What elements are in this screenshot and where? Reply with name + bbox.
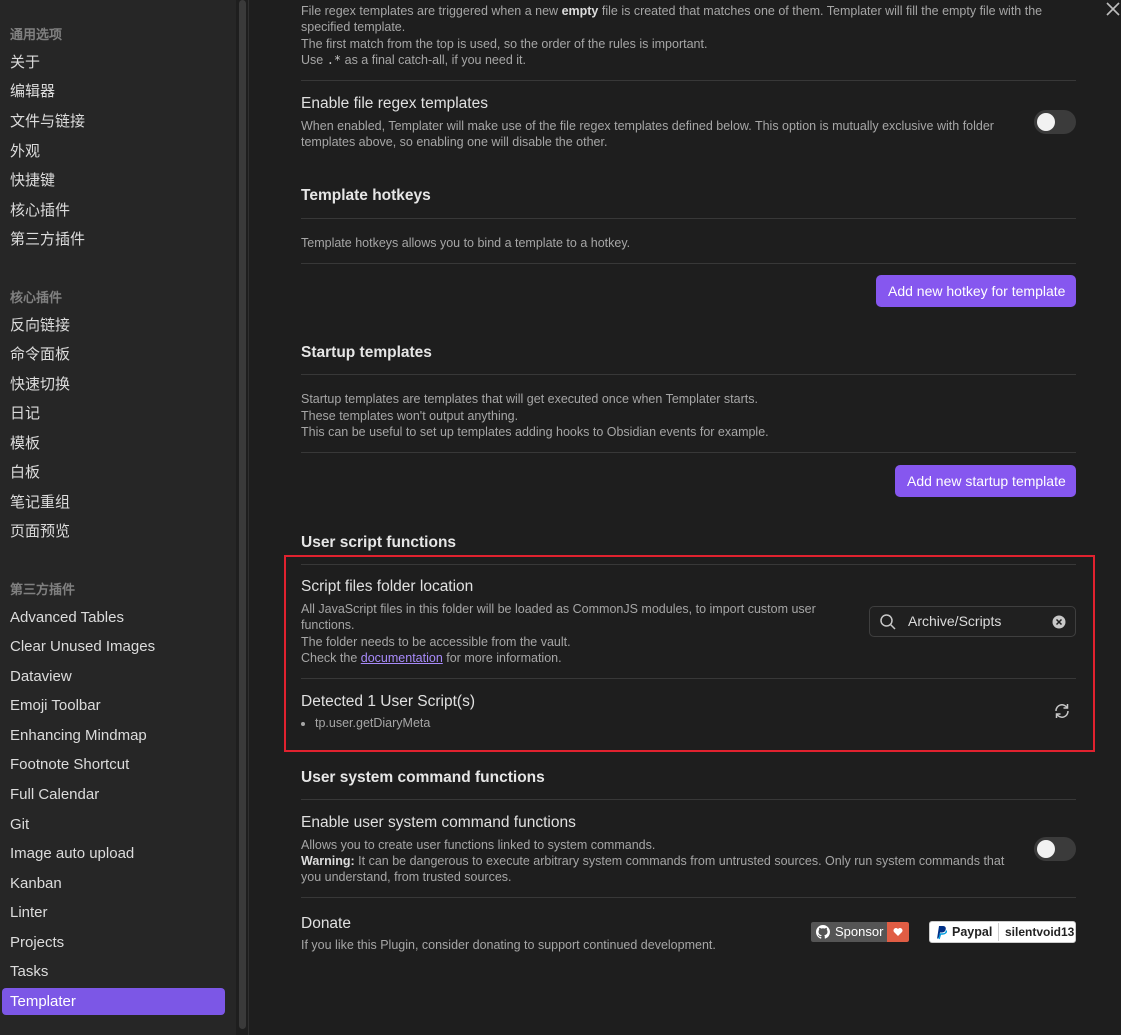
divider [301,678,1076,679]
startup-templates-desc1: Startup templates are templates that wil… [301,392,758,406]
toggle-knob [1037,113,1055,131]
sidebar-item-tasks[interactable]: Tasks [2,958,225,985]
donate-desc: If you like this Plugin, consider donati… [301,938,716,952]
startup-templates-desc3: This can be useful to set up templates a… [301,425,769,439]
github-icon [816,925,830,939]
sidebar-item-quick-switcher[interactable]: 快速切换 [2,371,225,398]
user-system-heading: User system command functions [301,769,545,786]
divider [301,564,1076,565]
sidebar-item-projects[interactable]: Projects [2,929,225,956]
sidebar-item-hotkeys[interactable]: 快捷键 [2,167,225,194]
sidebar-item-about[interactable]: 关于 [2,49,225,76]
clear-icon[interactable] [1052,615,1066,629]
sidebar-item-enhancing-mindmap[interactable]: Enhancing Mindmap [2,722,225,749]
sidebar-item-editor[interactable]: 编辑器 [2,78,225,105]
sidebar-item-canvas[interactable]: 白板 [2,459,225,486]
sidebar-section-third-party: 第三方插件 [10,582,76,597]
sidebar-scrollbar[interactable] [239,0,246,1029]
sidebar-section-core: 核心插件 [10,290,63,305]
file-regex-setting-desc2: templates above, so enabling one will di… [301,135,608,149]
user-script-heading: User script functions [301,534,457,551]
add-hotkey-button[interactable]: Add new hotkey for template [876,275,1076,307]
file-regex-intro-line1: File regex templates are triggered when … [301,4,1043,18]
user-system-desc1: Allows you to create user functions link… [301,838,656,852]
sidebar-item-kanban[interactable]: Kanban [2,870,225,897]
template-hotkeys-desc: Template hotkeys allows you to bind a te… [301,236,631,250]
sidebar-item-note-composer[interactable]: 笔记重组 [2,489,225,516]
sidebar-item-full-calendar[interactable]: Full Calendar [2,781,225,808]
script-folder-desc1: All JavaScript files in this folder will… [301,602,816,616]
sidebar-item-templater[interactable]: Templater [2,988,225,1015]
toggle-knob [1037,840,1055,858]
divider [301,263,1076,264]
sidebar-item-footnote-shortcut[interactable]: Footnote Shortcut [2,751,225,778]
file-regex-toggle[interactable] [1034,110,1076,134]
template-hotkeys-heading: Template hotkeys [301,187,431,204]
sidebar-item-backlinks[interactable]: 反向链接 [2,312,225,339]
sponsor-label: Sponsor [835,924,884,939]
sidebar-item-daily-notes[interactable]: 日记 [2,400,225,427]
script-folder-search[interactable]: Archive/Scripts [869,606,1076,637]
close-icon[interactable] [1104,1,1121,19]
paypal-label: Paypal [952,925,993,939]
donate-name: Donate [301,915,351,932]
sidebar-item-command-palette[interactable]: 命令面板 [2,341,225,368]
detected-scripts-name: Detected 1 User Script(s) [301,693,475,710]
sidebar-item-image-auto-upload[interactable]: Image auto upload [2,840,225,867]
sidebar-section-general: 通用选项 [10,27,63,42]
file-regex-setting-desc1: When enabled, Templater will make use of… [301,119,994,133]
sidebar-item-core-plugins[interactable]: 核心插件 [2,197,225,224]
sidebar-item-files-links[interactable]: 文件与链接 [2,108,225,135]
divider [301,799,1076,800]
sidebar-item-advanced-tables[interactable]: Advanced Tables [2,604,225,631]
divider [301,218,1076,219]
user-system-desc2: Warning: It can be dangerous to execute … [301,854,1005,868]
startup-templates-desc2: These templates won't output anything. [301,409,519,423]
heart-icon [893,928,903,936]
documentation-link[interactable]: documentation [361,651,443,665]
divider [301,80,1076,81]
sponsor-left: Sponsor [811,922,887,942]
divider [301,374,1076,375]
divider [301,897,1076,898]
paypal-button[interactable]: Paypal silentvoid13 [929,921,1076,943]
add-startup-template-button[interactable]: Add new startup template [895,465,1076,497]
refresh-icon[interactable] [1053,702,1071,720]
script-folder-desc2: functions. [301,618,355,632]
search-icon [880,614,896,630]
sidebar-item-clear-unused-images[interactable]: Clear Unused Images [2,633,225,660]
sidebar-item-page-preview[interactable]: 页面预览 [2,518,225,545]
file-regex-intro-line3: The first match from the top is used, so… [301,37,708,51]
sidebar-item-appearance[interactable]: 外观 [2,138,225,165]
sidebar-item-linter[interactable]: Linter [2,899,225,926]
paypal-username: silentvoid13 [1005,925,1075,939]
sidebar-item-community-plugins[interactable]: 第三方插件 [2,226,225,253]
script-folder-desc4: Check the documentation for more informa… [301,651,562,665]
script-folder-desc3: The folder needs to be accessible from t… [301,635,571,649]
sidebar-item-templates[interactable]: 模板 [2,430,225,457]
paypal-divider [998,923,999,941]
script-folder-setting-name: Script files folder location [301,578,474,595]
startup-templates-heading: Startup templates [301,344,432,361]
divider [301,452,1076,453]
user-system-setting-name: Enable user system command functions [301,814,576,831]
sidebar-item-dataview[interactable]: Dataview [2,663,225,690]
file-regex-setting-name: Enable file regex templates [301,95,488,112]
file-regex-intro-line4: Use .* as a final catch-all, if you need… [301,53,526,67]
sidebar-item-git[interactable]: Git [2,811,225,838]
script-folder-input[interactable]: Archive/Scripts [908,607,1001,636]
detected-script-item: tp.user.getDiaryMeta [301,715,430,731]
user-system-desc3: you understand, from trusted sources. [301,870,512,884]
paypal-icon [937,926,947,940]
user-system-toggle[interactable] [1034,837,1076,861]
file-regex-intro-line2: specified template. [301,20,406,34]
sponsor-heart [887,922,909,942]
sponsor-button[interactable]: Sponsor [811,922,909,942]
bullet-icon [301,721,305,726]
sidebar-item-emoji-toolbar[interactable]: Emoji Toolbar [2,692,225,719]
